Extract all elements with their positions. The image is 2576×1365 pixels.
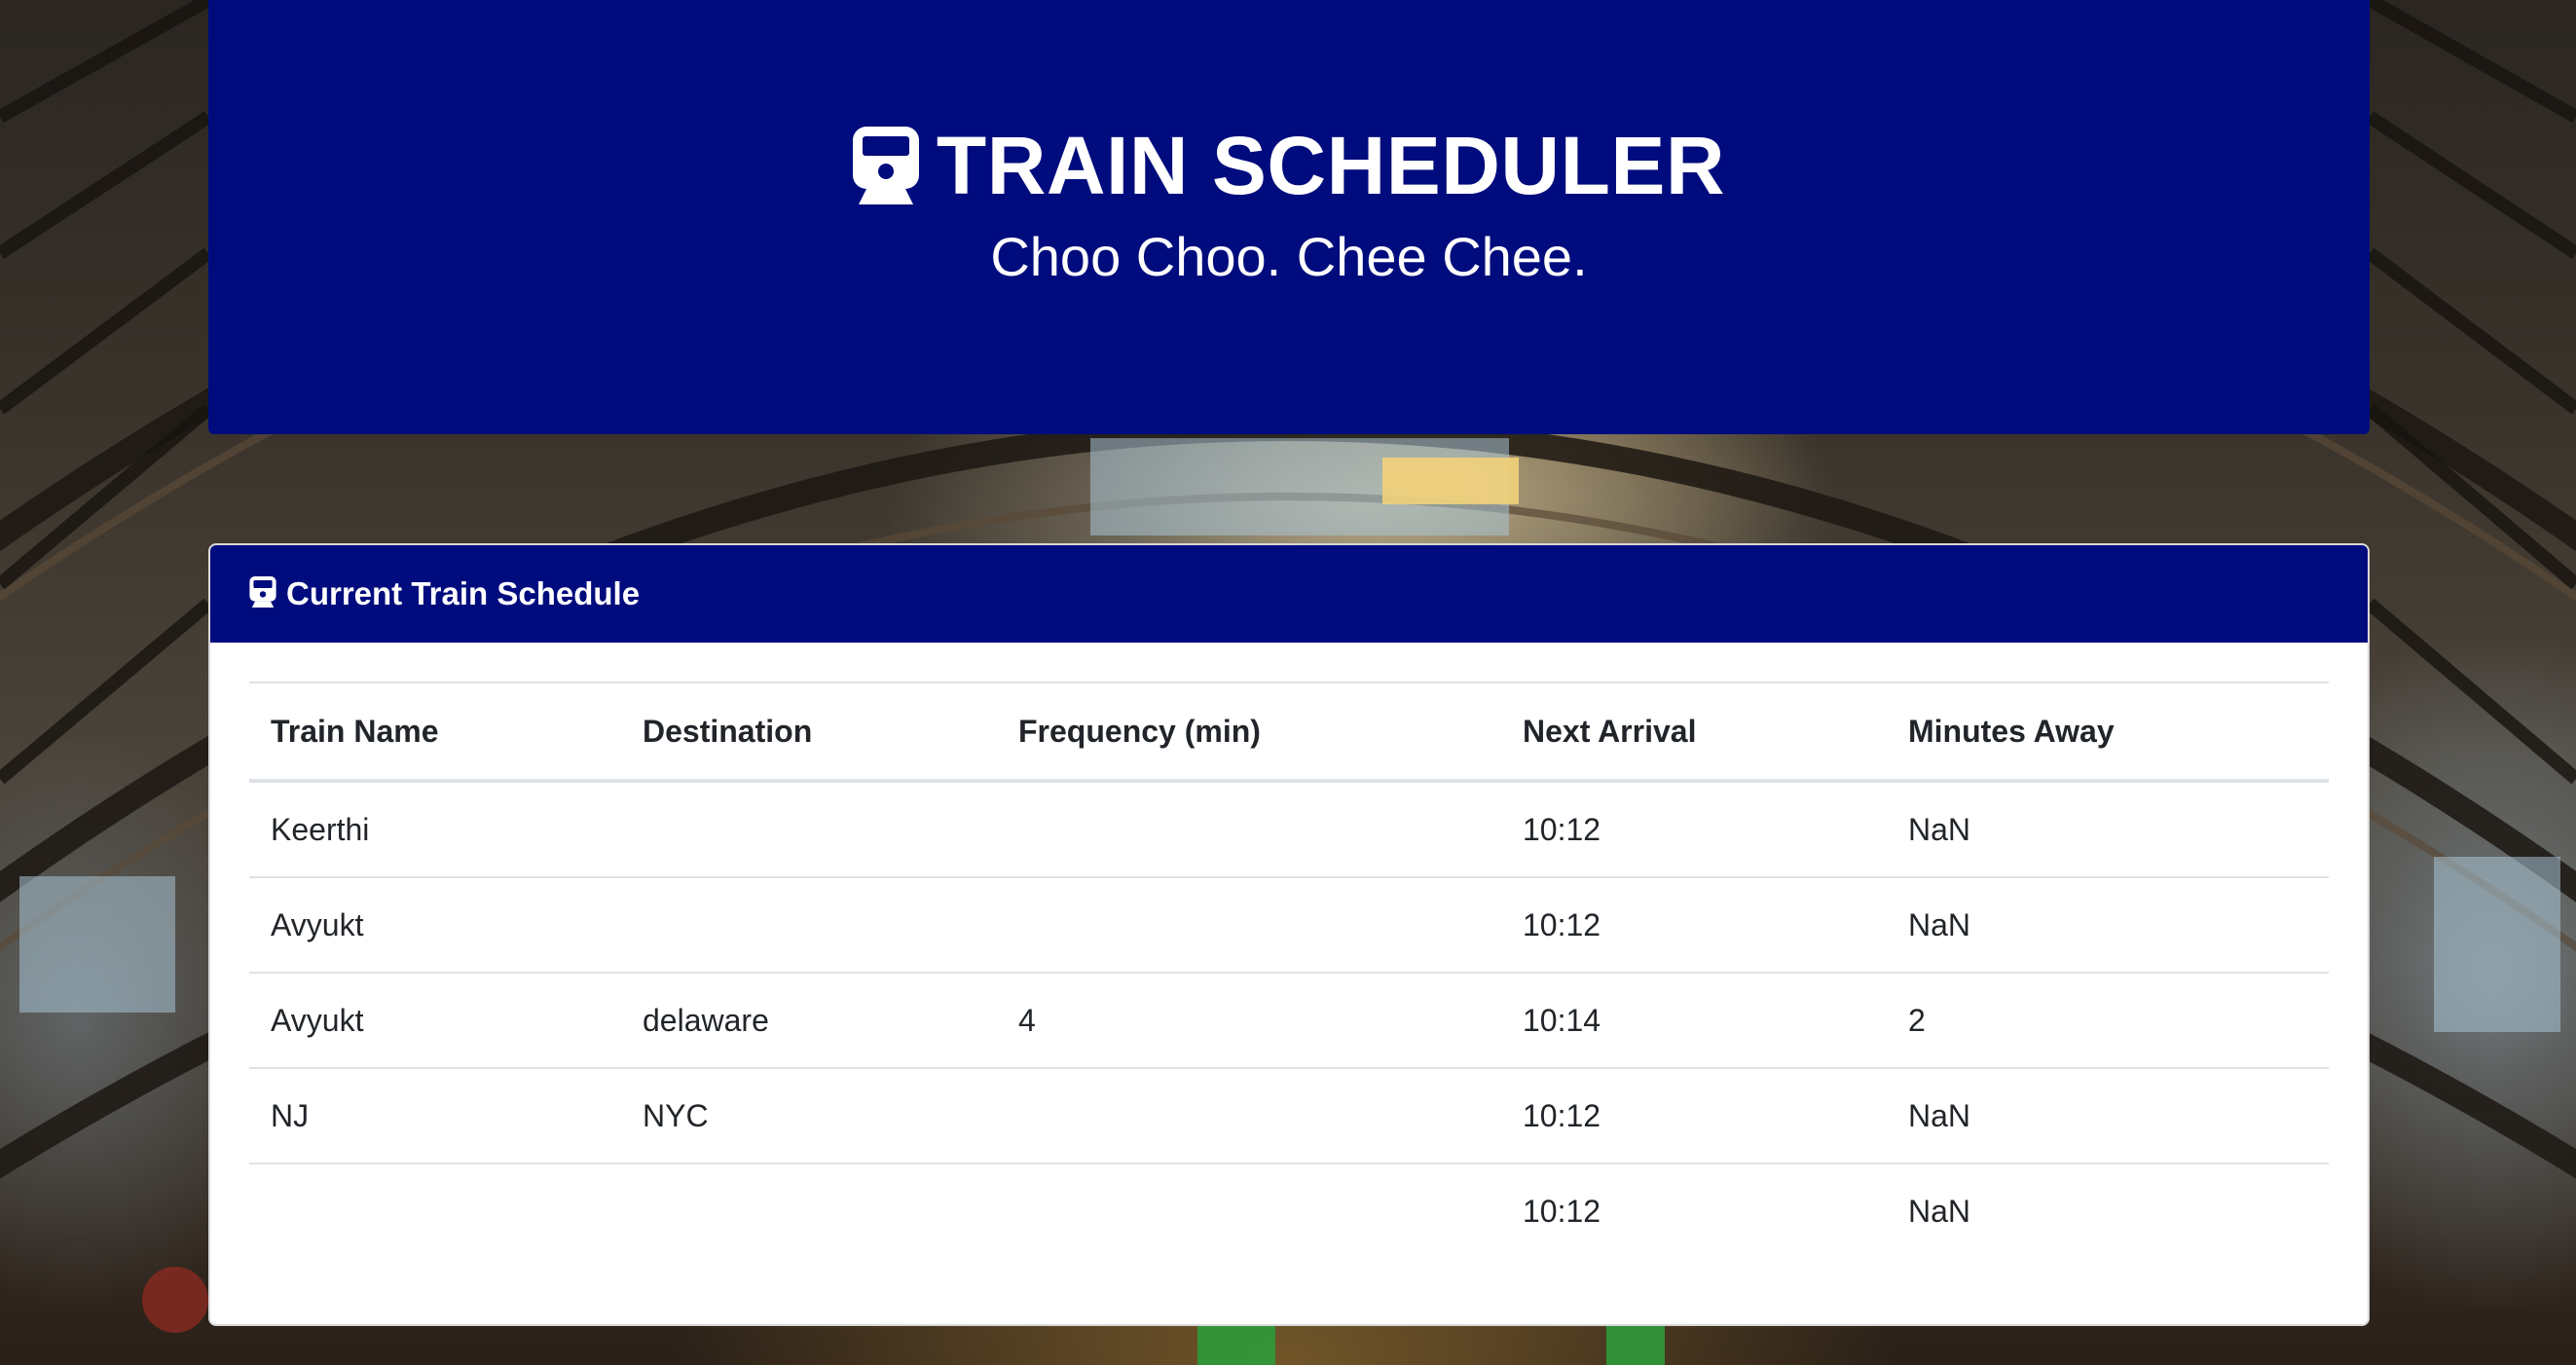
minutes-away-cell: NaN: [1887, 876, 2329, 973]
column-header-next-arrival: Next Arrival: [1501, 682, 1887, 783]
next-arrival-cell: 10:14: [1501, 972, 1887, 1068]
train-name-cell: [249, 1162, 621, 1258]
column-header-train-name: Train Name: [249, 682, 621, 783]
table-row: Avyukt 10:12 NaN: [249, 876, 2329, 973]
frequency-cell: [997, 1162, 1501, 1258]
train-name-cell: Keerthi: [271, 811, 370, 847]
train-icon: [249, 575, 276, 612]
frequency-cell: [997, 781, 1501, 877]
destination-cell: [621, 781, 997, 877]
minutes-away-cell: NaN: [1887, 1067, 2329, 1163]
destination-cell: [621, 876, 997, 973]
next-arrival-cell: 10:12: [1501, 1162, 1887, 1258]
table-row: Keerthi 10:12 NaN: [249, 781, 2329, 877]
column-header-minutes-away: Minutes Away: [1887, 682, 2329, 783]
page-subtitle: Choo Choo. Chee Chee.: [990, 226, 1588, 287]
minutes-away-cell: 2: [1887, 972, 2329, 1068]
next-arrival-cell: 10:12: [1501, 1067, 1887, 1163]
page-header: TRAIN SCHEDULER Choo Choo. Chee Chee.: [208, 0, 2370, 434]
schedule-card: Current Train Schedule Train Name Destin…: [208, 543, 2370, 1326]
column-header-destination: Destination: [621, 682, 997, 783]
minutes-away-cell: NaN: [1887, 1162, 2329, 1258]
destination-cell: [621, 1162, 997, 1258]
frequency-cell: 4: [997, 972, 1501, 1068]
destination-cell: NYC: [621, 1067, 997, 1163]
schedule-table-wrap: Train Name Destination Frequency (min) N…: [249, 682, 2329, 1258]
table-row: 10:12 NaN: [249, 1162, 2329, 1258]
table-row: Avyukt delaware 4 10:14 2: [249, 972, 2329, 1068]
column-header-frequency: Frequency (min): [997, 682, 1501, 783]
table-header-row: Train Name Destination Frequency (min) N…: [249, 682, 2329, 783]
train-name-cell: NJ: [249, 1067, 621, 1163]
train-name-cell: Avyukt: [249, 876, 621, 973]
train-name-cell: Avyukt: [249, 972, 621, 1068]
schedule-table: Train Name Destination Frequency (min) N…: [249, 682, 2329, 1258]
destination-cell: delaware: [621, 972, 997, 1068]
schedule-heading: Current Train Schedule: [286, 575, 641, 611]
next-arrival-cell: 10:12: [1523, 811, 1601, 847]
next-arrival-cell: 10:12: [1501, 876, 1887, 973]
frequency-cell: [997, 876, 1501, 973]
title-row: TRAIN SCHEDULER: [208, 125, 2370, 206]
minutes-away-cell: NaN: [1908, 811, 1971, 847]
schedule-card-header: Current Train Schedule: [210, 545, 2368, 643]
frequency-cell: [997, 1067, 1501, 1163]
page-title: TRAIN SCHEDULER: [936, 120, 1726, 211]
train-icon: [852, 127, 919, 204]
table-row: NJ NYC 10:12 NaN: [249, 1067, 2329, 1163]
